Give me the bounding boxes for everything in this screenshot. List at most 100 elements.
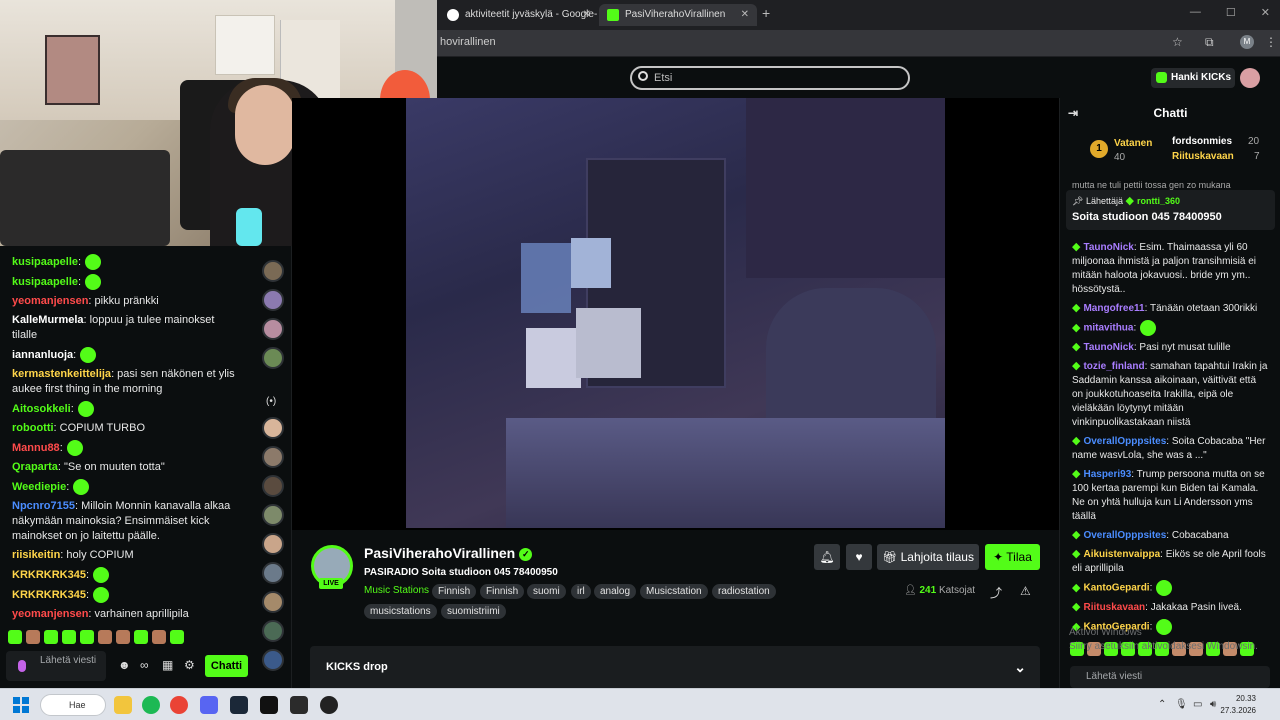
close-icon[interactable]: ✕ [741,4,749,26]
chat-input[interactable]: Lähetä viesti [1070,666,1270,688]
channel-avatar[interactable] [262,649,284,671]
tab-google[interactable]: aktiviteetit jyväskylä - Google-h✕ [439,4,599,42]
stream-category[interactable]: Music Stations [364,585,429,596]
gear-icon[interactable]: ⚙ [184,658,195,672]
tag[interactable]: suomi [527,584,566,599]
user-avatar[interactable] [1240,68,1260,88]
mic-tray-icon[interactable]: 🎙︎ [1175,699,1188,710]
tag[interactable]: Finnish [480,584,525,599]
url-text[interactable]: hovirallinen [440,36,496,48]
extensions-icon[interactable]: ⧉ [1205,35,1214,50]
chat-username[interactable]: Hasperi93 [1083,469,1131,480]
steam-icon[interactable] [230,696,248,714]
tag[interactable]: radiostation [712,584,776,599]
chat-username[interactable]: riisikeitin [12,549,60,561]
chat-username[interactable]: tozie_finland [1083,361,1144,372]
gift-sub-button[interactable]: 🎁︎ Lahjoita tilaus [877,544,979,570]
chat-send-button[interactable]: Chatti [205,655,248,677]
channel-avatar[interactable] [262,260,284,282]
chat-username[interactable]: KRKRKRK345 [12,589,86,601]
volume-icon[interactable]: 🔊︎ [1210,699,1216,710]
file-explorer-icon[interactable] [114,696,132,714]
minimize-button[interactable]: — [1190,6,1201,19]
kicks-icon[interactable]: ∞ [140,658,149,672]
close-icon[interactable]: ✕ [583,4,591,26]
discord-icon[interactable] [200,696,218,714]
follow-heart-button[interactable]: ♥ [846,544,872,570]
collapse-chat-icon[interactable]: ⇥ [1068,98,1078,128]
chat-username[interactable]: KalleMurmela [12,314,84,326]
chat-username[interactable]: kusipaapelle [12,276,78,288]
chat-username[interactable]: OverallOpppsites [1083,436,1166,447]
channel-avatar[interactable] [262,562,284,584]
channel-avatar[interactable] [262,417,284,439]
chat-username[interactable]: kusipaapelle [12,256,78,268]
chat-username[interactable]: Aikuistenvaippa [1083,549,1160,560]
nl-app-icon[interactable] [290,696,308,714]
tab-kick-stream[interactable]: PasiViherahoVirallinen Stream✕ [599,4,757,42]
subscribe-button[interactable]: ✦ Tilaa [985,544,1040,570]
search-input[interactable]: Etsi [630,66,910,90]
chat-username[interactable]: TaunoNick [1083,242,1133,253]
chevron-up-icon[interactable]: ⌃ [1158,699,1166,710]
chat-username[interactable]: KantoGepardi [1083,583,1149,594]
chat-username[interactable]: OverallOpppsites [1083,530,1166,541]
report-icon[interactable]: ⚠ [1020,584,1031,598]
channel-avatar[interactable] [262,289,284,311]
chat-username[interactable]: iannanluoja [12,349,73,361]
emoji-icon[interactable]: ☻ [118,658,131,672]
chat-username[interactable]: mitavithua [1083,323,1133,334]
chat-username[interactable]: Riituskavaan [1083,602,1145,613]
chat-username[interactable]: Aitosokkeli [12,403,71,415]
chat-username[interactable]: yeomanjensen [12,608,88,620]
channel-avatar[interactable] [262,347,284,369]
chat-username[interactable]: yeomanjensen [12,295,88,307]
chat-username[interactable]: kermastenkeittelija [12,368,111,380]
tag[interactable]: suomistriimi [441,604,506,619]
chat-username[interactable]: Weediepie [12,481,66,493]
taskbar-search[interactable]: Hae [40,694,106,716]
chat-input[interactable]: Lähetä viesti [6,651,106,681]
chrome-icon[interactable] [170,696,188,714]
obs-icon[interactable] [320,696,338,714]
channel-avatar[interactable] [262,318,284,340]
bookmark-star-icon[interactable]: ☆ [1172,35,1183,49]
chat-username[interactable]: TaunoNick [1083,342,1133,353]
new-tab-button[interactable]: + [762,5,770,21]
chat-username[interactable]: Mannu88 [12,442,60,454]
channel-avatar[interactable] [262,533,284,555]
video-frame[interactable] [406,98,945,528]
windows-start-icon[interactable] [13,697,29,713]
tag[interactable]: irl [571,584,591,599]
get-kicks-button[interactable]: Hanki KICKs [1151,68,1235,88]
kick-app-icon[interactable] [260,696,278,714]
network-icon[interactable]: ▭ [1193,699,1202,710]
channel-avatar[interactable] [262,475,284,497]
channel-avatar[interactable] [262,446,284,468]
address-bar[interactable]: hovirallinen ☆ ⧉ M ⋮ [437,30,1280,56]
chat-username[interactable]: Npcnro7155 [12,500,75,512]
kicks-drop-panel[interactable]: KICKS drop ⌄ [310,646,1040,688]
spotify-icon[interactable] [142,696,160,714]
clock[interactable]: 20.33 27.3.2026 [1220,693,1256,717]
tag[interactable]: Finnish [432,584,477,599]
channel-avatar[interactable] [262,504,284,526]
maximize-button[interactable]: ☐ [1226,6,1236,19]
chat-username[interactable]: Qraparta [12,461,58,473]
channel-name[interactable]: PasiViherahoVirallinen ✓ [364,545,533,561]
notification-bell-button[interactable]: 🔔︎ [814,544,840,570]
channel-avatar[interactable] [262,620,284,642]
share-icon[interactable]: ⤴ [990,584,1002,601]
channel-avatar[interactable] [262,591,284,613]
close-window-button[interactable]: ✕ [1261,6,1270,19]
tag[interactable]: analog [594,584,637,599]
chat-username[interactable]: KRKRKRK345 [12,569,86,581]
chat-username[interactable]: Mangofree11 [1083,303,1144,314]
tag[interactable]: musicstations [364,604,437,619]
menu-icon[interactable]: ⋮ [1265,35,1277,49]
chat-username[interactable]: robootti [12,422,54,434]
pinned-message[interactable]: 📌︎ Lähettäjä ◆ rontti_360 Soita studioon … [1066,190,1275,230]
profile-avatar[interactable]: M [1240,35,1254,49]
tag[interactable]: Musicstation [640,584,708,599]
store-icon[interactable]: ▦ [162,658,173,672]
